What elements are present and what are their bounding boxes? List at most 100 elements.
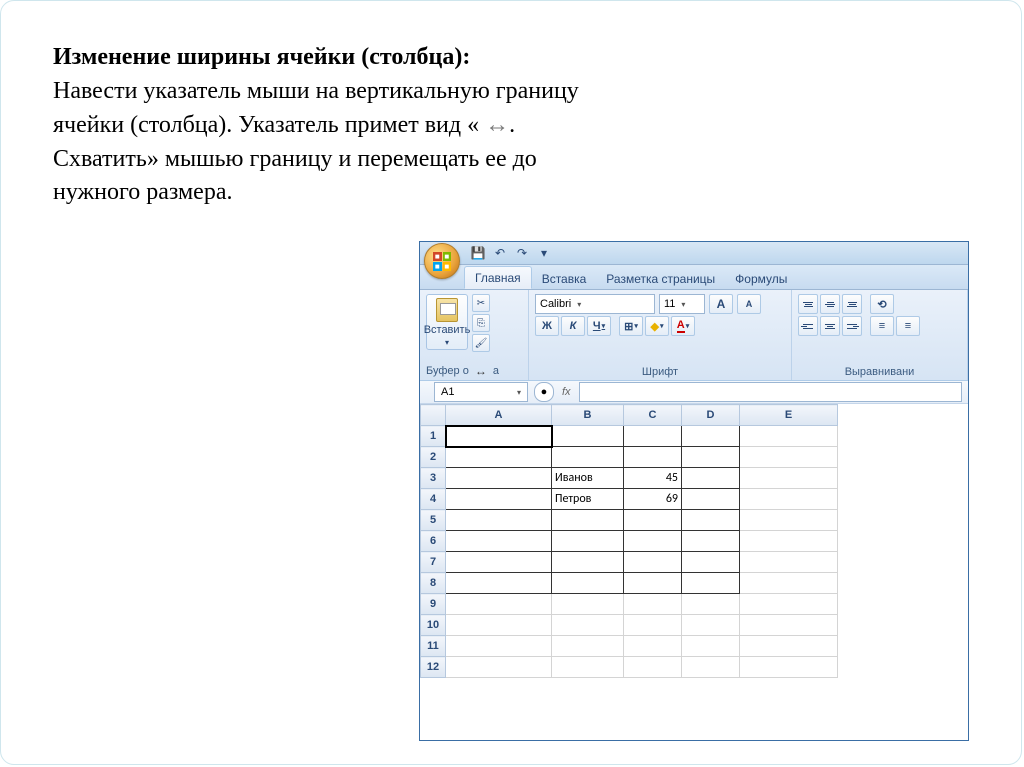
cell-B4[interactable]: Петров: [552, 489, 624, 510]
border-button[interactable]: ⊞▾: [619, 316, 643, 336]
cell-E2[interactable]: [740, 447, 838, 468]
align-right-icon[interactable]: [842, 316, 862, 336]
cell-B11[interactable]: [552, 636, 624, 657]
align-center-icon[interactable]: [820, 316, 840, 336]
cell-D3[interactable]: [682, 468, 740, 489]
cell-A2[interactable]: [446, 447, 552, 468]
align-bottom-icon[interactable]: [842, 294, 862, 314]
cell-E10[interactable]: [740, 615, 838, 636]
cell-A4[interactable]: [446, 489, 552, 510]
cell-A1[interactable]: [446, 426, 552, 447]
cell-C11[interactable]: [624, 636, 682, 657]
cell-A3[interactable]: [446, 468, 552, 489]
cell-C6[interactable]: [624, 531, 682, 552]
cell-B7[interactable]: [552, 552, 624, 573]
align-middle-icon[interactable]: [820, 294, 840, 314]
redo-icon[interactable]: ↷: [514, 245, 530, 261]
undo-icon[interactable]: ↶: [492, 245, 508, 261]
increase-indent-icon[interactable]: ≡: [896, 316, 920, 336]
cell-A11[interactable]: [446, 636, 552, 657]
cell-C1[interactable]: [624, 426, 682, 447]
qat-dropdown-icon[interactable]: ▾: [536, 245, 552, 261]
cell-D1[interactable]: [682, 426, 740, 447]
row-header-9[interactable]: 9: [421, 594, 446, 615]
cell-B1[interactable]: [552, 426, 624, 447]
cell-D9[interactable]: [682, 594, 740, 615]
office-button[interactable]: ■■ ■■: [424, 243, 460, 279]
align-left-icon[interactable]: [798, 316, 818, 336]
cell-A7[interactable]: [446, 552, 552, 573]
cell-B9[interactable]: [552, 594, 624, 615]
cell-E1[interactable]: [740, 426, 838, 447]
row-header-5[interactable]: 5: [421, 510, 446, 531]
cell-D4[interactable]: [682, 489, 740, 510]
cell-E6[interactable]: [740, 531, 838, 552]
column-header-B[interactable]: B: [552, 405, 624, 426]
decrease-indent-icon[interactable]: ≡: [870, 316, 894, 336]
align-top-icon[interactable]: [798, 294, 818, 314]
cell-D6[interactable]: [682, 531, 740, 552]
bold-button[interactable]: Ж: [535, 316, 559, 336]
format-painter-icon[interactable]: 🖌: [472, 334, 490, 352]
italic-button[interactable]: К: [561, 316, 585, 336]
cell-E4[interactable]: [740, 489, 838, 510]
column-header-A[interactable]: A: [446, 405, 552, 426]
fx-icon[interactable]: fx: [562, 386, 571, 398]
paste-button[interactable]: Вставить ▾: [426, 294, 468, 350]
tab-home[interactable]: Главная: [464, 266, 532, 289]
tab-page-layout[interactable]: Разметка страницы: [596, 268, 725, 289]
row-header-2[interactable]: 2: [421, 447, 446, 468]
cell-B8[interactable]: [552, 573, 624, 594]
decrease-font-icon[interactable]: A: [737, 294, 761, 314]
cell-E11[interactable]: [740, 636, 838, 657]
cell-D12[interactable]: [682, 657, 740, 678]
cell-E3[interactable]: [740, 468, 838, 489]
cell-A9[interactable]: [446, 594, 552, 615]
cell-C3[interactable]: 45: [624, 468, 682, 489]
cell-D5[interactable]: [682, 510, 740, 531]
row-header-11[interactable]: 11: [421, 636, 446, 657]
cell-C8[interactable]: [624, 573, 682, 594]
cell-B5[interactable]: [552, 510, 624, 531]
name-box[interactable]: A1▾: [434, 382, 528, 402]
cell-C10[interactable]: [624, 615, 682, 636]
cell-D10[interactable]: [682, 615, 740, 636]
cell-C4[interactable]: 69: [624, 489, 682, 510]
cell-A12[interactable]: [446, 657, 552, 678]
row-header-4[interactable]: 4: [421, 489, 446, 510]
cell-D2[interactable]: [682, 447, 740, 468]
cell-E12[interactable]: [740, 657, 838, 678]
column-header-C[interactable]: C: [624, 405, 682, 426]
cell-C2[interactable]: [624, 447, 682, 468]
font-size-combo[interactable]: 11▾: [659, 294, 705, 314]
tab-formulas[interactable]: Формулы: [725, 268, 797, 289]
select-all-corner[interactable]: [421, 405, 446, 426]
cell-C5[interactable]: [624, 510, 682, 531]
cell-E8[interactable]: [740, 573, 838, 594]
column-header-E[interactable]: E: [740, 405, 838, 426]
cell-C9[interactable]: [624, 594, 682, 615]
cell-B2[interactable]: [552, 447, 624, 468]
cell-A8[interactable]: [446, 573, 552, 594]
save-icon[interactable]: 💾: [470, 245, 486, 261]
row-header-8[interactable]: 8: [421, 573, 446, 594]
copy-icon[interactable]: ⎘: [472, 314, 490, 332]
row-header-10[interactable]: 10: [421, 615, 446, 636]
tab-insert[interactable]: Вставка: [532, 268, 597, 289]
font-name-combo[interactable]: Calibri▾: [535, 294, 655, 314]
cut-icon[interactable]: ✂: [472, 294, 490, 312]
formula-input[interactable]: [579, 382, 962, 402]
increase-font-icon[interactable]: A: [709, 294, 733, 314]
orientation-icon[interactable]: ⟲: [870, 294, 894, 314]
cell-A10[interactable]: [446, 615, 552, 636]
cell-E5[interactable]: [740, 510, 838, 531]
fill-button[interactable]: ◆▾: [645, 316, 669, 336]
row-header-6[interactable]: 6: [421, 531, 446, 552]
cell-E9[interactable]: [740, 594, 838, 615]
column-header-D[interactable]: D: [682, 405, 740, 426]
cell-B10[interactable]: [552, 615, 624, 636]
cell-B12[interactable]: [552, 657, 624, 678]
row-header-1[interactable]: 1: [421, 426, 446, 447]
namebox-expand-icon[interactable]: ●: [534, 382, 554, 402]
cell-B6[interactable]: [552, 531, 624, 552]
